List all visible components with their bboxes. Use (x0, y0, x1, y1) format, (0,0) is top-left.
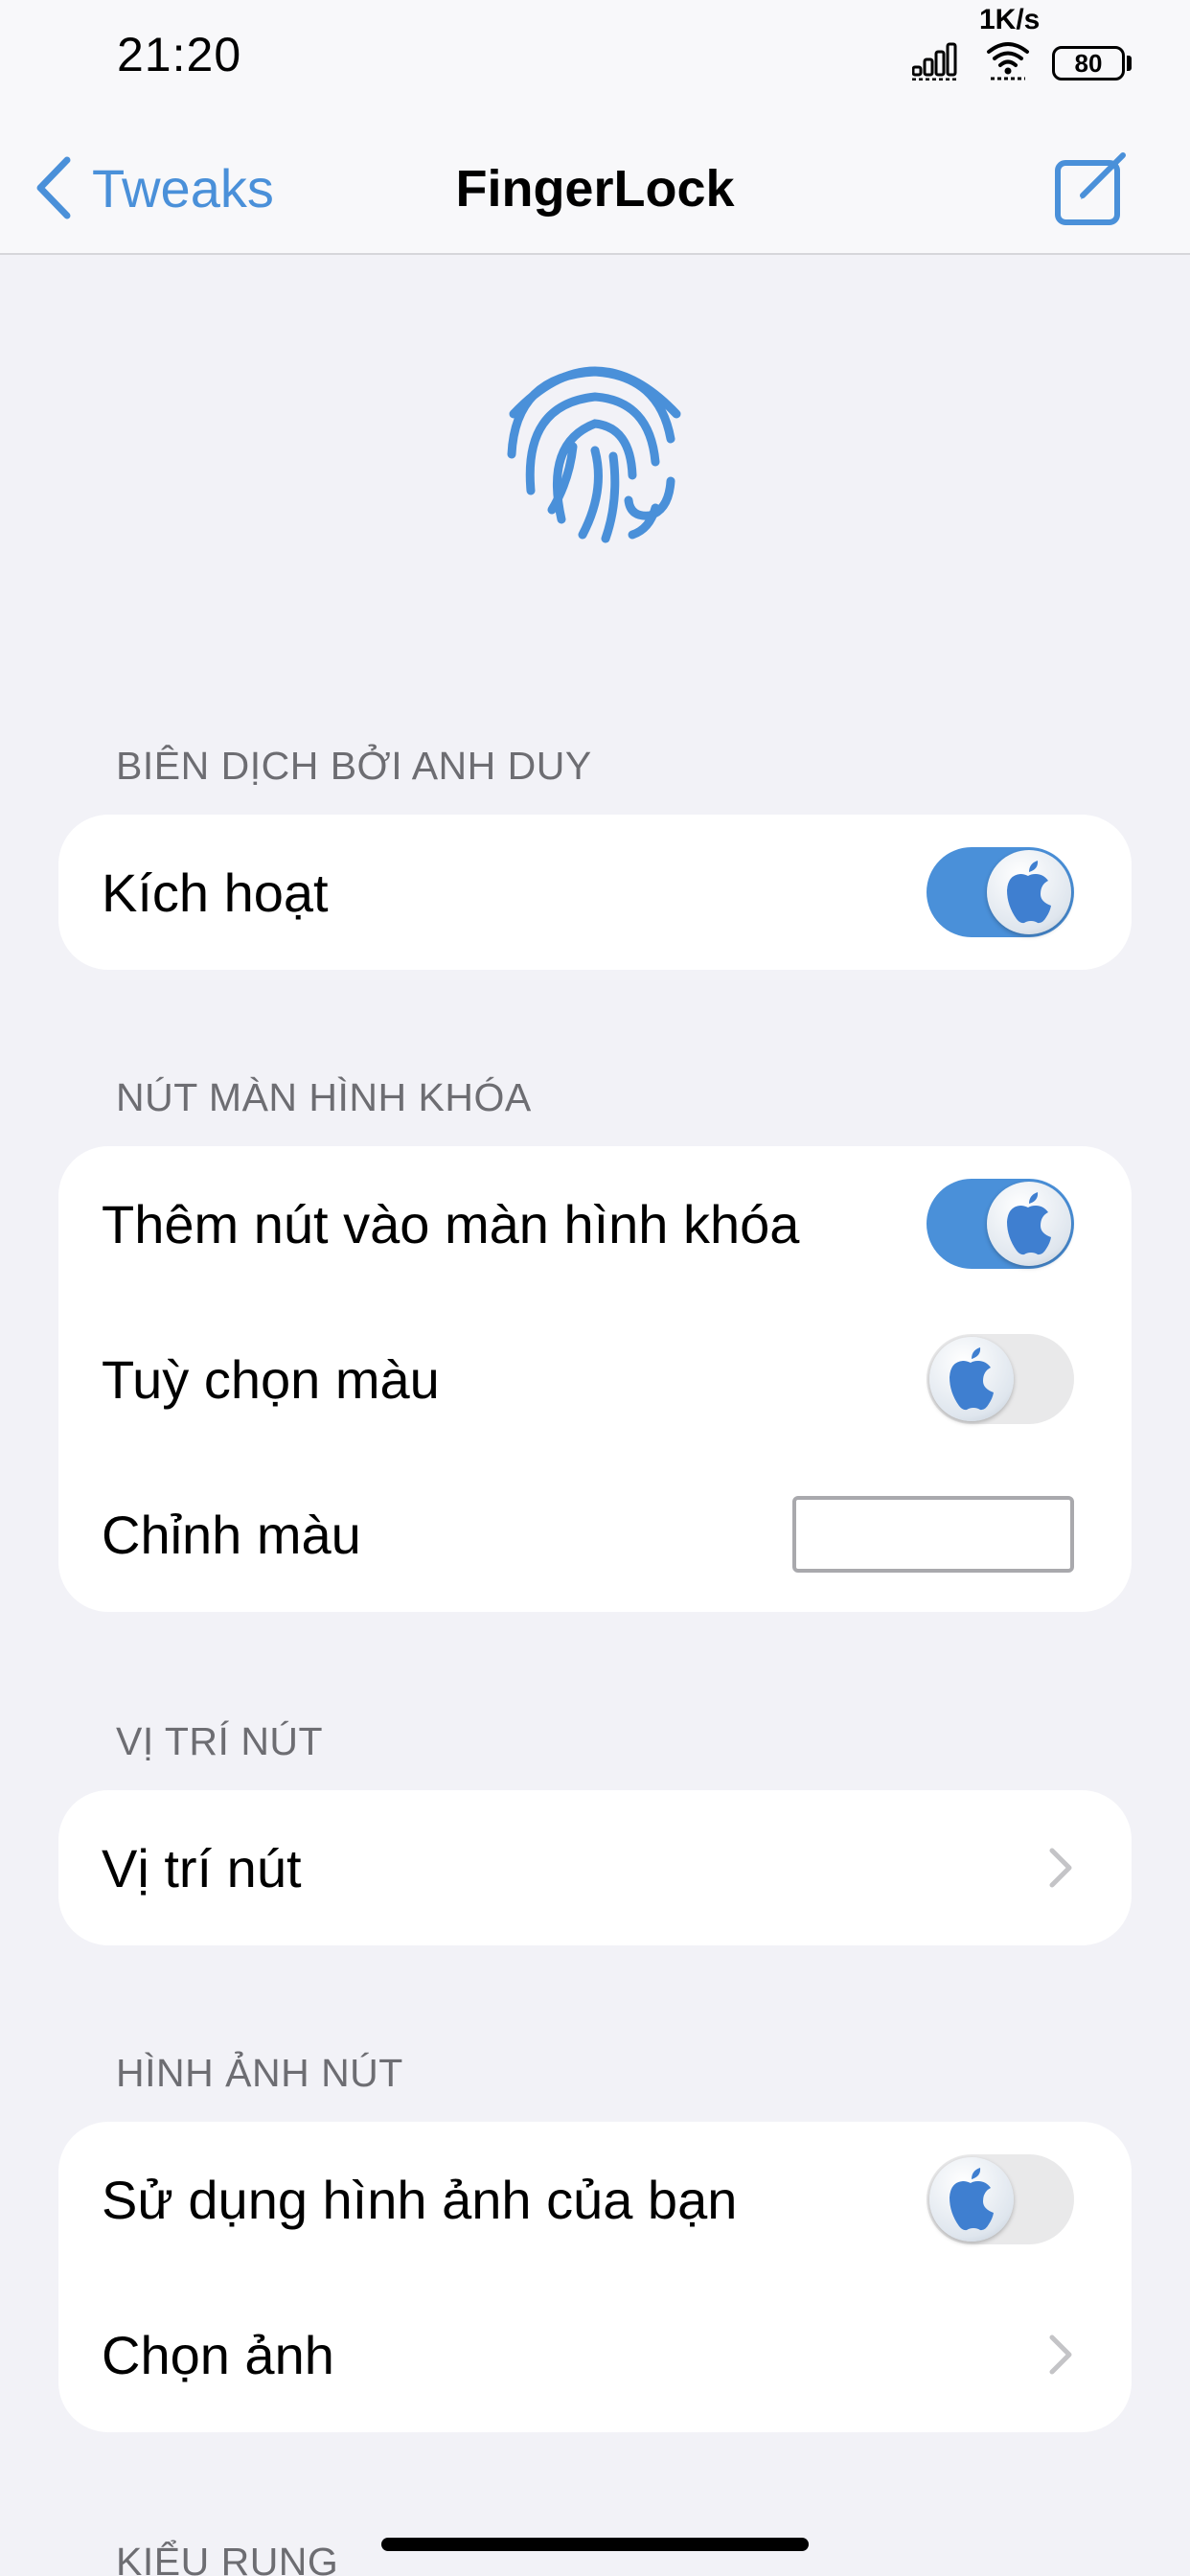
toggle-knob (987, 850, 1071, 934)
enable-row[interactable]: Kích hoạt (58, 815, 1132, 970)
chevron-right-icon (1049, 2334, 1072, 2375)
battery-level: 80 (1074, 48, 1103, 78)
custom-color-label: Tuỳ chọn màu (102, 1348, 440, 1410)
add-button-row[interactable]: Thêm nút vào màn hình khóa (58, 1146, 1132, 1301)
custom-color-toggle[interactable] (927, 1334, 1074, 1424)
section-header-lockscreen-button: NÚT MÀN HÌNH KHÓA (116, 1075, 532, 1119)
wifi-icon (987, 42, 1029, 80)
choose-image-row[interactable]: Chọn ảnh (58, 2277, 1132, 2432)
settings-page: 21:20 1K/s 80 Tweaks FingerLock BIÊN DỊC… (0, 0, 1190, 2576)
apple-logo-icon (1007, 861, 1051, 924)
enable-label: Kích hoạt (102, 862, 329, 923)
choose-image-label: Chọn ảnh (102, 2324, 334, 2385)
toggle-knob (929, 2157, 1014, 2242)
settings-group-button-image: Sử dụng hình ảnh của bạn Chọn ảnh (58, 2122, 1132, 2432)
section-header-button-image: HÌNH ẢNH NÚT (116, 2051, 403, 2095)
chevron-right-icon (1049, 1848, 1072, 1888)
fingerprint-icon (507, 366, 681, 543)
adjust-color-row[interactable]: Chỉnh màu (58, 1457, 1132, 1612)
settings-group-enable: Kích hoạt (58, 815, 1132, 970)
settings-group-button-position: Vị trí nút (58, 1790, 1132, 1945)
status-bar: 21:20 1K/s 80 (0, 0, 1190, 125)
apple-logo-icon (950, 2168, 994, 2231)
section-header-translation: BIÊN DỊCH BỞI ANH DUY (116, 744, 592, 788)
add-button-label: Thêm nút vào màn hình khóa (102, 1193, 800, 1254)
button-position-label: Vị trí nút (102, 1837, 302, 1898)
section-header-button-position: VỊ TRÍ NÚT (116, 1719, 324, 1763)
navigation-bar: Tweaks FingerLock (0, 125, 1190, 255)
apple-logo-icon (1007, 1192, 1051, 1255)
section-header-vibration-style: KIỂU RUNG (116, 2540, 339, 2576)
home-indicator[interactable] (381, 2538, 809, 2551)
custom-color-row[interactable]: Tuỳ chọn màu (58, 1301, 1132, 1457)
color-well[interactable] (792, 1496, 1074, 1573)
use-own-image-label: Sử dụng hình ảnh của bạn (102, 2169, 738, 2230)
battery-icon: 80 (1052, 46, 1125, 80)
settings-group-lockscreen-button: Thêm nút vào màn hình khóa Tuỳ chọn màu … (58, 1146, 1132, 1612)
network-speed: 1K/s (979, 4, 1041, 35)
status-time: 21:20 (117, 28, 242, 81)
page-title: FingerLock (455, 160, 735, 218)
button-position-row[interactable]: Vị trí nút (58, 1790, 1132, 1945)
compose-icon[interactable] (1054, 150, 1131, 226)
use-own-image-row[interactable]: Sử dụng hình ảnh của bạn (58, 2122, 1132, 2277)
adjust-color-label: Chỉnh màu (102, 1504, 361, 1565)
toggle-knob (987, 1182, 1071, 1266)
battery-tip (1127, 56, 1132, 71)
add-button-toggle[interactable] (927, 1179, 1074, 1269)
cellular-signal-icon (912, 42, 958, 80)
apple-logo-icon (950, 1347, 994, 1411)
use-own-image-toggle[interactable] (927, 2154, 1074, 2244)
toggle-knob (929, 1337, 1014, 1421)
enable-toggle[interactable] (927, 847, 1074, 937)
